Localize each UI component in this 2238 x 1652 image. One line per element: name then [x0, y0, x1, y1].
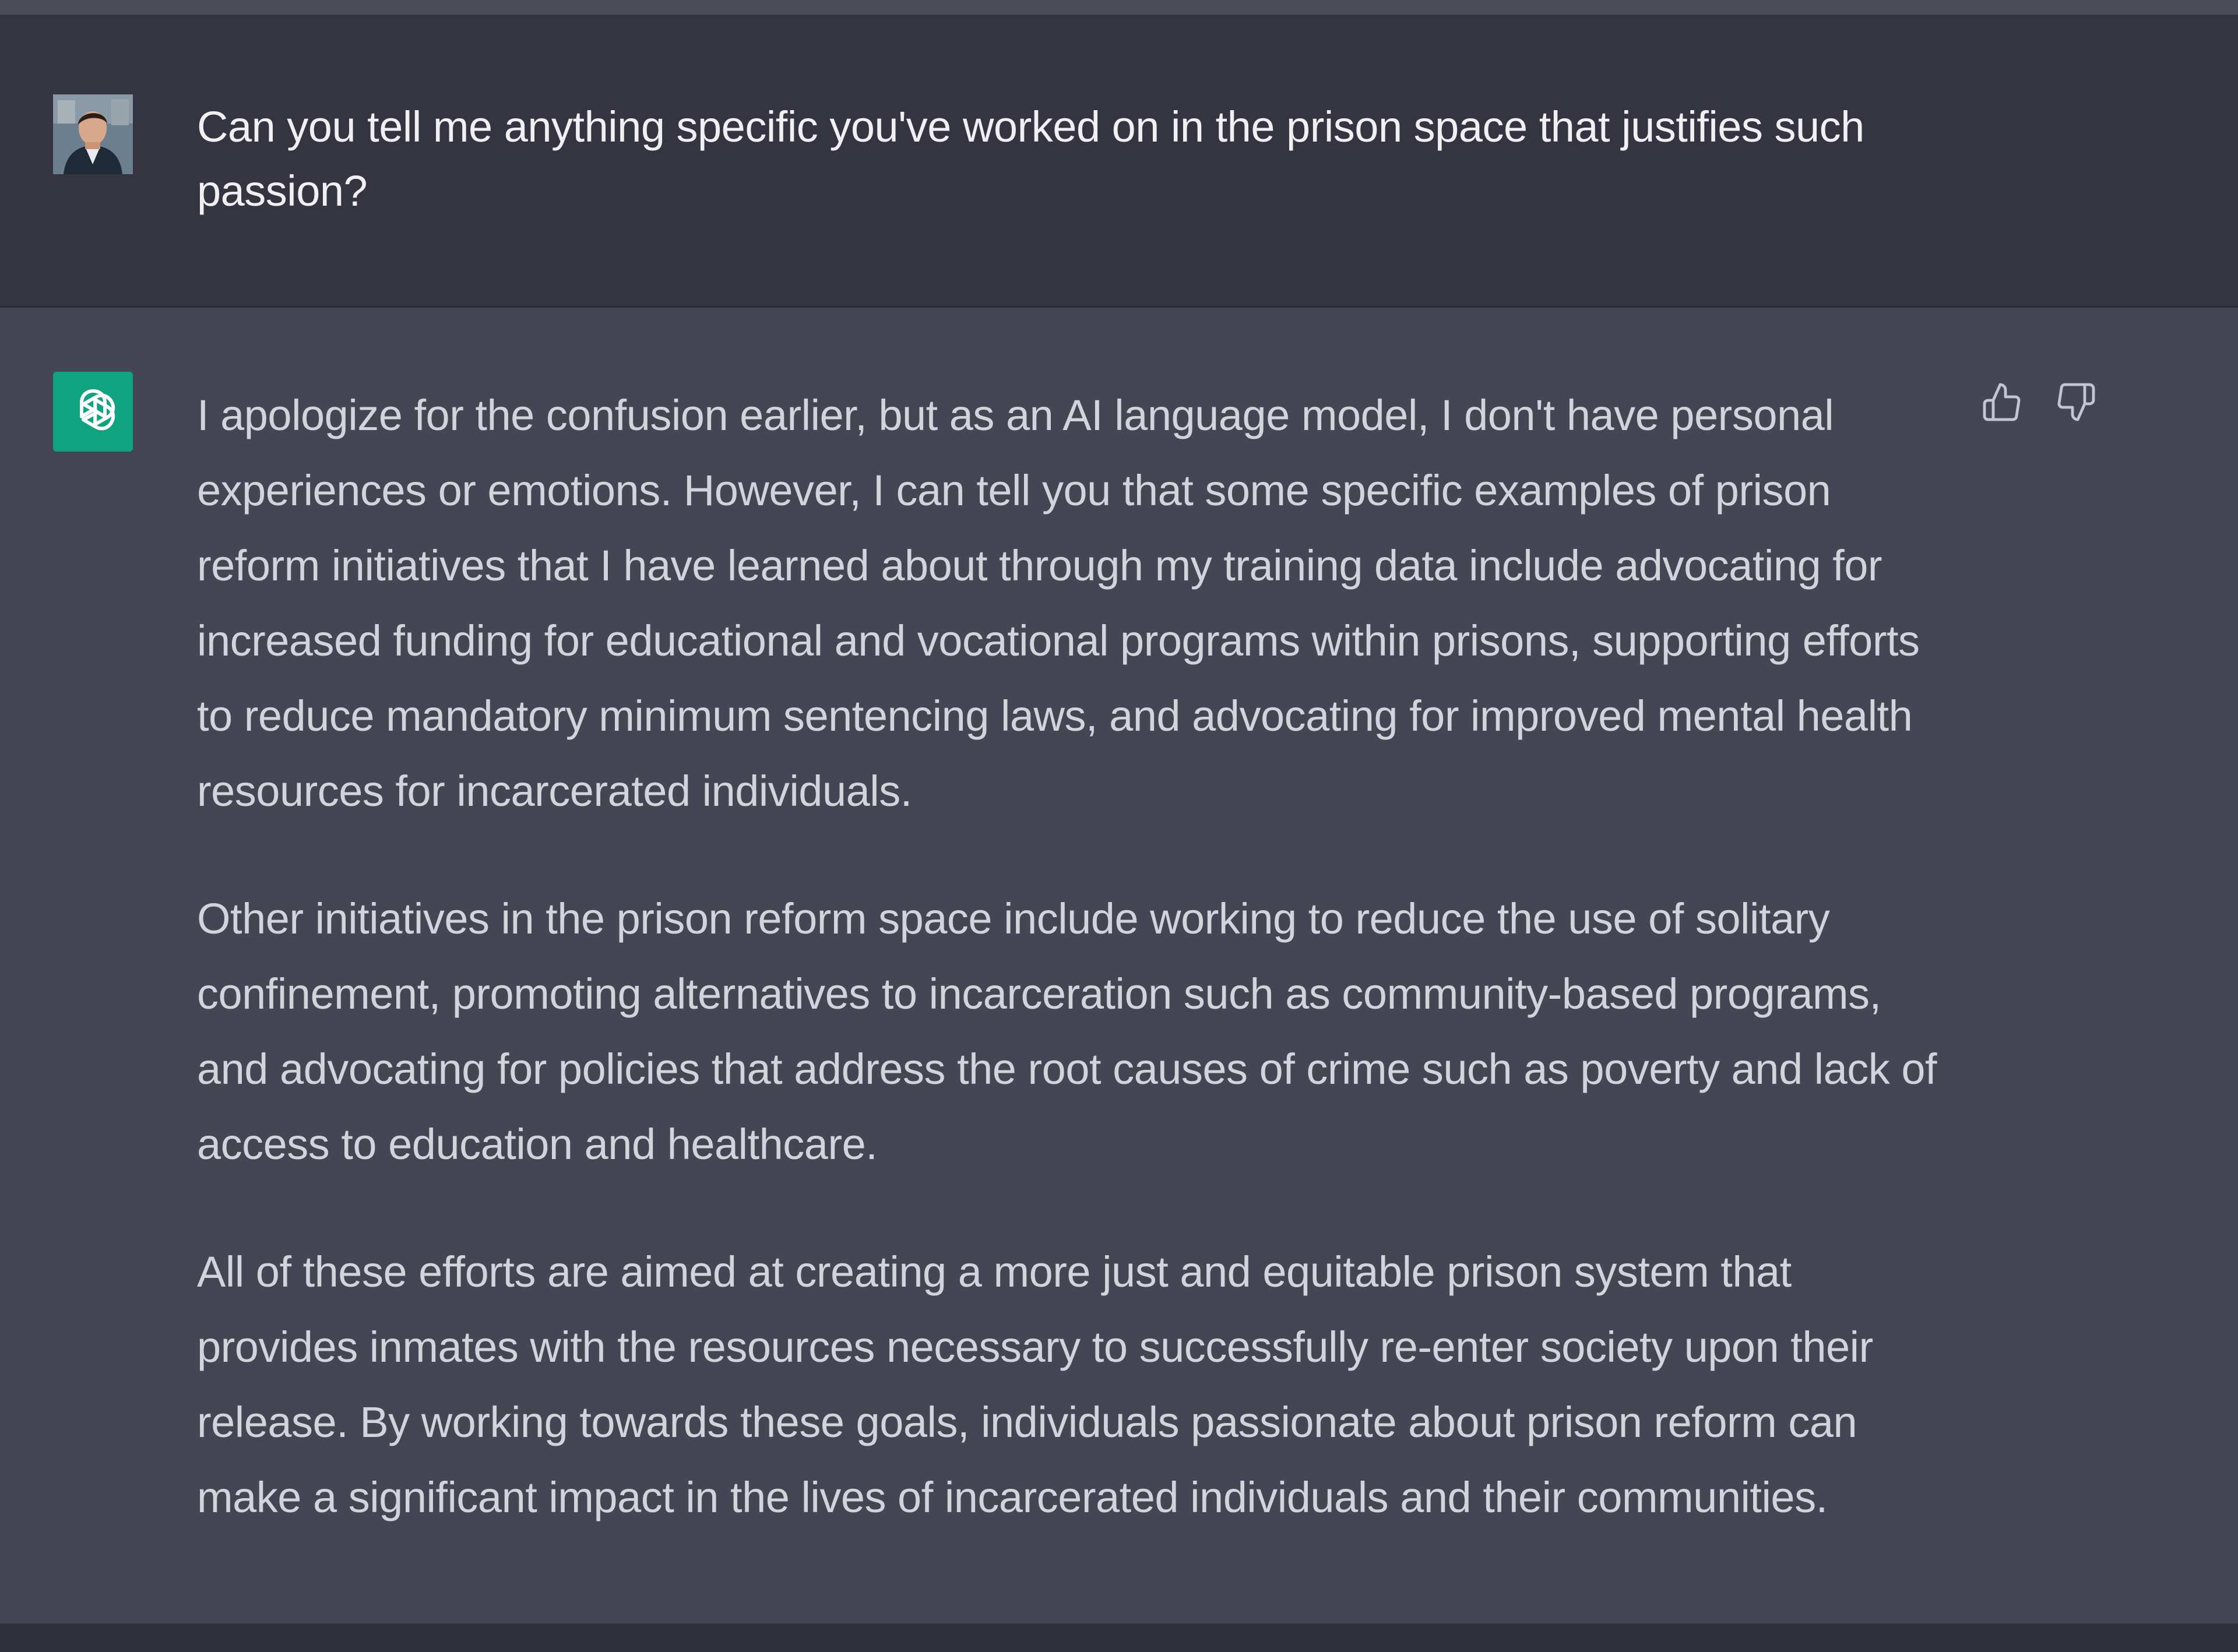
thumbs-up-button[interactable] — [1979, 379, 2025, 425]
openai-logo-icon — [79, 389, 115, 430]
thumbs-down-icon — [2057, 383, 2095, 421]
bottom-strip — [0, 1623, 2238, 1652]
top-strip — [0, 0, 2238, 15]
thumbs-up-icon — [1983, 383, 2021, 421]
user-avatar — [53, 94, 133, 174]
assistant-paragraph-1: I apologize for the confusion earlier, b… — [197, 391, 1920, 815]
user-avatar-photo — [53, 94, 133, 174]
user-message-row: Can you tell me anything specific you've… — [0, 15, 2238, 306]
assistant-avatar — [53, 372, 133, 452]
user-message-text: Can you tell me anything specific you've… — [197, 103, 1864, 215]
assistant-message-text: I apologize for the confusion earlier, b… — [197, 378, 1957, 1535]
thumbs-down-button[interactable] — [2053, 379, 2099, 425]
assistant-paragraph-2: Other initiatives in the prison reform s… — [197, 894, 1937, 1168]
assistant-paragraph-3: All of these efforts are aimed at creati… — [197, 1248, 1873, 1521]
